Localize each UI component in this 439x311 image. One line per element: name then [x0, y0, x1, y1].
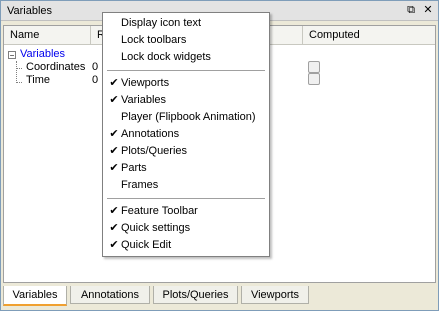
- tree-root-label[interactable]: Variables: [20, 48, 65, 61]
- tree-item-value: 0: [92, 61, 99, 73]
- checkmark-icon: ✔: [109, 77, 119, 89]
- menu-item-label: Display icon text: [121, 17, 202, 29]
- tree-connector: [16, 61, 17, 83]
- float-icon[interactable]: ⧉: [404, 4, 418, 18]
- tab-variables[interactable]: Variables: [3, 286, 67, 306]
- menu-item-label: Plots/Queries: [121, 145, 188, 157]
- menu-separator: [107, 198, 265, 200]
- menu-item-label: Annotations: [121, 128, 180, 140]
- menu-item-parts[interactable]: ✔ Parts: [103, 160, 269, 177]
- tree-item-value: 0: [92, 74, 99, 86]
- checkmark-icon: ✔: [109, 94, 119, 106]
- checkmark-icon: ✔: [109, 222, 119, 234]
- menu-item-label: Lock dock widgets: [121, 51, 211, 63]
- tree-item-label: Time: [26, 74, 51, 86]
- menu-item-label: Player (Flipbook Animation): [121, 111, 256, 123]
- tree-row-root[interactable]: − Variables: [8, 48, 98, 61]
- checkmark-icon: ✔: [109, 128, 119, 140]
- tree-connector: [16, 68, 22, 69]
- computed-toggle[interactable]: [308, 61, 320, 73]
- checkmark-icon: ✔: [109, 239, 119, 251]
- tab-plots-queries[interactable]: Plots/Queries: [153, 286, 238, 304]
- tree-row-time[interactable]: Time 0: [8, 74, 98, 87]
- menu-item-quick-edit[interactable]: ✔ Quick Edit: [103, 237, 269, 254]
- column-header-name[interactable]: Name: [4, 26, 91, 44]
- menu-item-label: Lock toolbars: [121, 34, 187, 46]
- computed-toggle[interactable]: [308, 73, 320, 85]
- menu-item-label: Variables: [121, 94, 167, 106]
- tab-viewports[interactable]: Viewports: [241, 286, 309, 304]
- menu-item-lock-dock-widgets[interactable]: Lock dock widgets: [103, 49, 269, 66]
- menu-item-label: Quick settings: [121, 222, 191, 234]
- menu-separator: [107, 70, 265, 72]
- tree-connector: [16, 82, 22, 83]
- column-header-computed[interactable]: Computed: [303, 26, 435, 44]
- menu-item-annotations[interactable]: ✔ Annotations: [103, 126, 269, 143]
- menu-item-display-icon-text[interactable]: Display icon text: [103, 15, 269, 32]
- menu-item-label: Feature Toolbar: [121, 205, 198, 217]
- checkmark-icon: ✔: [109, 145, 119, 157]
- dock-context-menu: Display icon text Lock toolbars Lock dock …: [102, 12, 270, 257]
- menu-item-plots-queries[interactable]: ✔ Plots/Queries: [103, 143, 269, 160]
- menu-item-quick-settings[interactable]: ✔ Quick settings: [103, 220, 269, 237]
- menu-item-label: Frames: [121, 179, 159, 191]
- menu-item-label: Parts: [121, 162, 147, 174]
- menu-item-label: Quick Edit: [121, 239, 172, 251]
- tree-item-label: Coordinates: [26, 61, 86, 73]
- dock-tab-bar: Variables Annotations Plots/Queries View…: [3, 286, 436, 308]
- menu-item-variables[interactable]: ✔ Variables: [103, 92, 269, 109]
- menu-item-lock-toolbars[interactable]: Lock toolbars: [103, 32, 269, 49]
- checkmark-icon: ✔: [109, 205, 119, 217]
- collapse-icon[interactable]: −: [8, 50, 16, 59]
- menu-item-frames[interactable]: Frames: [103, 177, 269, 194]
- menu-item-label: Viewports: [121, 77, 170, 89]
- close-icon[interactable]: ✕: [421, 4, 435, 18]
- menu-item-feature-toolbar[interactable]: ✔ Feature Toolbar: [103, 203, 269, 220]
- menu-item-player-flipbook-animation[interactable]: Player (Flipbook Animation): [103, 109, 269, 126]
- tab-annotations[interactable]: Annotations: [70, 286, 150, 304]
- menu-item-viewports[interactable]: ✔ Viewports: [103, 75, 269, 92]
- checkmark-icon: ✔: [109, 162, 119, 174]
